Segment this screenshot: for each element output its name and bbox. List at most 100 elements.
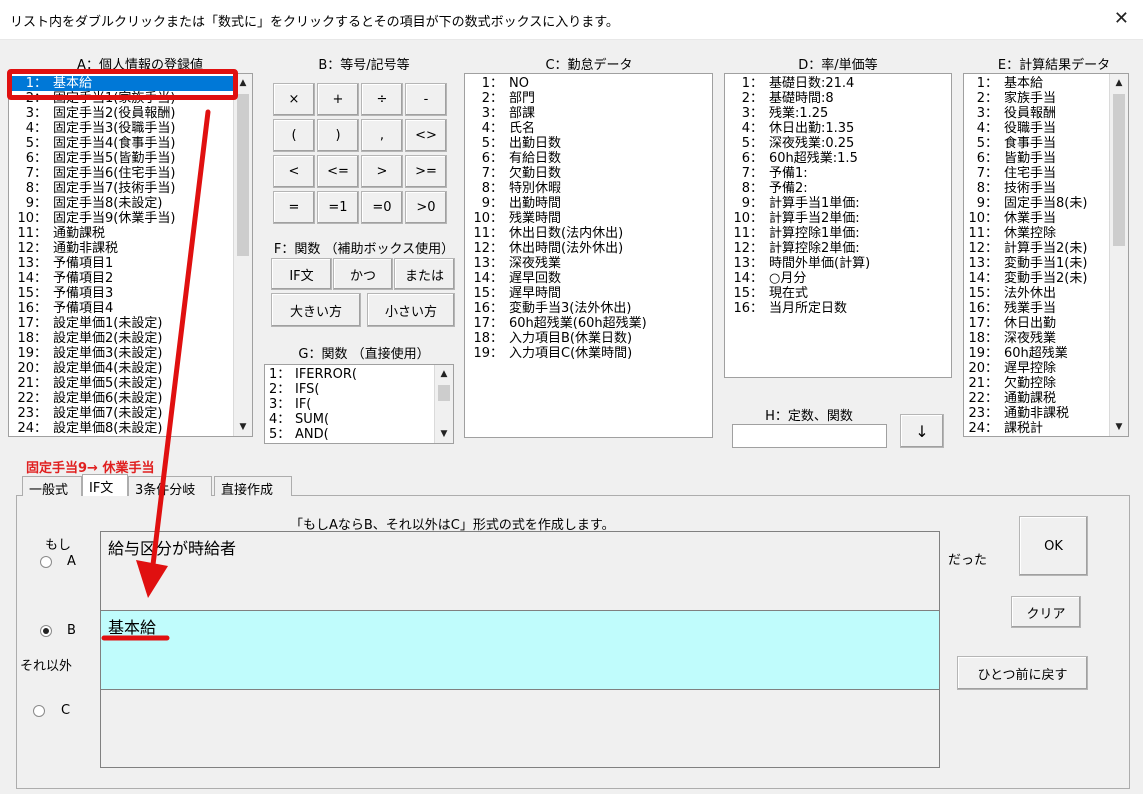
personal-info-item[interactable]: 14： 予備項目2 [9,271,252,286]
equal-zero-button[interactable]: =0 [361,191,403,224]
close-icon[interactable]: ✕ [1114,8,1129,29]
list-g-scrollbar[interactable]: ▲ ▼ [434,365,453,443]
attendance-item[interactable]: 12： 休出時間(法外休出) [465,241,712,256]
attendance-item[interactable]: 19： 入力項目C(休業時間) [465,346,712,361]
calc-result-item[interactable]: 10： 休業手当 [964,211,1128,226]
personal-info-item[interactable]: 15： 予備項目3 [9,286,252,301]
tab-if[interactable]: IF文 [82,474,128,496]
calc-result-item[interactable]: 2： 家族手当 [964,91,1128,106]
close-paren-button[interactable]: ) [317,119,359,152]
calc-result-item[interactable]: 18： 深夜残業 [964,331,1128,346]
attendance-item[interactable]: 13： 深夜残業 [465,256,712,271]
ok-button[interactable]: OK [1019,516,1088,576]
function-item[interactable]: 3： IF( [265,397,453,412]
personal-info-item[interactable]: 23： 設定単価7(未設定) [9,406,252,421]
calc-result-item[interactable]: 8： 技術手当 [964,181,1128,196]
calc-result-item[interactable]: 14： 変動手当2(未) [964,271,1128,286]
scroll-down-arrow-icon[interactable]: ▼ [435,425,453,443]
scroll-thumb[interactable] [237,94,249,256]
personal-info-item[interactable]: 4： 固定手当3(役職手当) [9,121,252,136]
calc-result-item[interactable]: 16： 残業手当 [964,301,1128,316]
greater-zero-button[interactable]: >0 [405,191,447,224]
attendance-item[interactable]: 10： 残業時間 [465,211,712,226]
attendance-item[interactable]: 17： 60h超残業(60h超残業) [465,316,712,331]
calc-result-item[interactable]: 12： 計算手当2(未) [964,241,1128,256]
attendance-item[interactable]: 11： 休出日数(法内休出) [465,226,712,241]
personal-info-item[interactable]: 18： 設定単価2(未設定) [9,331,252,346]
attendance-item[interactable]: 3： 部課 [465,106,712,121]
attendance-item[interactable]: 16： 変動手当3(法外休出) [465,301,712,316]
attendance-item[interactable]: 18： 入力項目B(休業日数) [465,331,712,346]
rate-item[interactable]: 15： 現在式 [725,286,951,301]
tab-direct[interactable]: 直接作成 [214,476,292,498]
scroll-thumb[interactable] [438,385,450,401]
plus-button[interactable]: + [317,83,359,116]
and-function-button[interactable]: かつ [333,258,393,290]
personal-info-item[interactable]: 8： 固定手当7(技術手当) [9,181,252,196]
attendance-item[interactable]: 5： 出勤日数 [465,136,712,151]
equal-button[interactable]: = [273,191,315,224]
tab-general[interactable]: 一般式 [22,476,82,498]
not-equal-button[interactable]: <> [405,119,447,152]
attendance-item[interactable]: 14： 遅早回数 [465,271,712,286]
personal-info-item[interactable]: 10： 固定手当9(休業手当) [9,211,252,226]
calc-result-item[interactable]: 20： 遅早控除 [964,361,1128,376]
open-paren-button[interactable]: ( [273,119,315,152]
attendance-item[interactable]: 7： 欠勤日数 [465,166,712,181]
calc-result-item[interactable]: 21： 欠勤控除 [964,376,1128,391]
less-than-button[interactable]: < [273,155,315,188]
calc-result-item[interactable]: 9： 固定手当8(未) [964,196,1128,211]
list-e-scrollbar[interactable]: ▲ ▼ [1109,74,1128,436]
rate-item[interactable]: 7： 予備1: [725,166,951,181]
less-equal-button[interactable]: <= [317,155,359,188]
function-item[interactable]: 1： IFERROR( [265,367,453,382]
insert-constant-button[interactable]: ↓ [900,414,944,448]
rate-item[interactable]: 1： 基礎日数:21.4 [725,76,951,91]
attendance-item[interactable]: 9： 出勤時間 [465,196,712,211]
personal-info-item[interactable]: 3： 固定手当2(役員報酬) [9,106,252,121]
calc-result-item[interactable]: 23： 通勤非課税 [964,406,1128,421]
undo-button[interactable]: ひとつ前に戻す [957,656,1088,690]
personal-info-item[interactable]: 12： 通勤非課税 [9,241,252,256]
personal-info-item[interactable]: 16： 予備項目4 [9,301,252,316]
rate-item[interactable]: 16： 当月所定日数 [725,301,951,316]
calc-result-item[interactable]: 13： 変動手当1(未) [964,256,1128,271]
calc-result-item[interactable]: 17： 休日出勤 [964,316,1128,331]
rate-item[interactable]: 12： 計算控除2単価: [725,241,951,256]
personal-info-item[interactable]: 6： 固定手当5(皆勤手当) [9,151,252,166]
rate-item[interactable]: 6： 60h超残業:1.5 [725,151,951,166]
personal-info-list[interactable]: 1： 基本給 2： 固定手当1(家族手当) 3： 固定手当2(役員報酬) 4： 固定手当3(役… [8,73,253,437]
attendance-item[interactable]: 8： 特別休暇 [465,181,712,196]
personal-info-item[interactable]: 5： 固定手当4(食事手当) [9,136,252,151]
personal-info-item[interactable]: 22： 設定単価6(未設定) [9,391,252,406]
scroll-thumb[interactable] [1113,94,1125,246]
list-a-scrollbar[interactable]: ▲ ▼ [233,74,252,436]
equal-one-button[interactable]: =1 [317,191,359,224]
rate-item[interactable]: 2： 基礎時間:8 [725,91,951,106]
calc-result-item[interactable]: 24： 課税計 [964,421,1128,436]
radio-b[interactable] [40,625,52,637]
max-function-button[interactable]: 大きい方 [271,293,361,327]
tab-three-branch[interactable]: 3条件分岐 [128,476,212,498]
rate-item[interactable]: 14： ○月分 [725,271,951,286]
multiply-button[interactable]: × [273,83,315,116]
attendance-item[interactable]: 4： 氏名 [465,121,712,136]
personal-info-item[interactable]: 7： 固定手当6(住宅手当) [9,166,252,181]
scroll-down-arrow-icon[interactable]: ▼ [1110,418,1128,436]
function-direct-list[interactable]: 1： IFERROR(2： IFS(3： IF(4： SUM(5： AND( ▲ ▼ [264,364,454,444]
calc-result-item[interactable]: 7： 住宅手当 [964,166,1128,181]
calc-result-item[interactable]: 22： 通勤課税 [964,391,1128,406]
calc-result-list[interactable]: 1： 基本給 2： 家族手当 3： 役員報酬 4： 役職手当 5： 食事手当 6： 皆勤手当 7： 住宅手… [963,73,1129,437]
rate-item[interactable]: 9： 計算手当1単価: [725,196,951,211]
function-item[interactable]: 2： IFS( [265,382,453,397]
if-function-button[interactable]: IF文 [271,258,332,290]
or-function-button[interactable]: または [394,258,455,290]
calc-result-item[interactable]: 6： 皆勤手当 [964,151,1128,166]
personal-info-item[interactable]: 24： 設定単価8(未設定) [9,421,252,436]
min-function-button[interactable]: 小さい方 [367,293,455,327]
constant-input[interactable] [732,424,887,448]
rate-item[interactable]: 3： 残業:1.25 [725,106,951,121]
attendance-item[interactable]: 1： NO [465,76,712,91]
personal-info-item[interactable]: 9： 固定手当8(未設定) [9,196,252,211]
attendance-item[interactable]: 6： 有給日数 [465,151,712,166]
